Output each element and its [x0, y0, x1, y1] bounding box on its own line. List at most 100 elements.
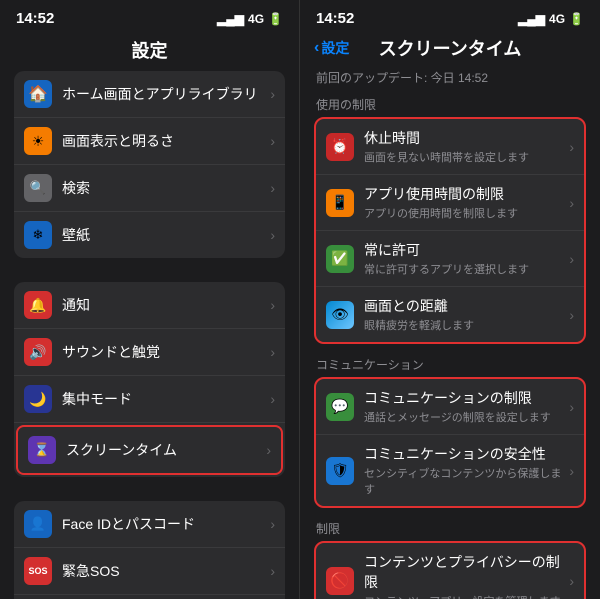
status-icons-left: ▂▄▆ 4G 🔋 — [217, 12, 283, 26]
status-bar-right: 14:52 ▂▄▆ 4G 🔋 — [300, 0, 600, 31]
chevron-contentprivacy: › — [569, 573, 574, 589]
settings-item-downtime[interactable]: ⏰ 休止時間 画面を見ない時間帯を設定します › — [316, 119, 584, 175]
page-title-right: スクリーンタイム — [379, 35, 522, 61]
chevron-notification: › — [270, 297, 275, 313]
settings-item-faceid[interactable]: 👤 Face IDとパスコード › — [14, 501, 285, 548]
chevron-wallpaper: › — [270, 227, 275, 243]
settings-item-search[interactable]: 🔍 検索 › — [14, 165, 285, 212]
applimit-icon: 📱 — [326, 189, 354, 217]
signal-icon-right: ▂▄▆ — [518, 12, 545, 26]
settings-item-sound[interactable]: 🔊 サウンドと触覚 › — [14, 329, 285, 376]
applimit-text: アプリ使用時間の制限 アプリの使用時間を制限します — [364, 184, 565, 221]
comlimit-text: コミュニケーションの制限 通話とメッセージの制限を設定します — [364, 388, 565, 425]
contentprivacy-sub: コンテンツ、アプリ、設定を管理します — [364, 593, 565, 599]
screendist-icon: 👁 — [326, 301, 354, 329]
back-button[interactable]: ‹ 設定 — [314, 38, 349, 58]
chevron-alwaysallow: › — [569, 251, 574, 267]
screentime-panel: 14:52 ▂▄▆ 4G 🔋 ‹ 設定 スクリーンタイム 前回のアップデート: … — [300, 0, 600, 599]
settings-group-2: 🔔 通知 › 🔊 サウンドと触覚 › 🌙 集中モード › — [14, 282, 285, 477]
settings-item-sos[interactable]: SOS 緊急SOS › — [14, 548, 285, 595]
alwaysallow-sub: 常に許可するアプリを選択します — [364, 261, 565, 277]
communication-group: 💬 コミュニケーションの制限 通話とメッセージの制限を設定します › 🛡 コミュ… — [314, 377, 586, 508]
comsafety-sub: センシティブなコンテンツから保護します — [364, 465, 565, 497]
chevron-search: › — [270, 180, 275, 196]
page-title-sub: ‹ 設定 スクリーンタイム — [300, 31, 600, 65]
alwaysallow-label: 常に許可 — [364, 240, 565, 260]
settings-item-alwaysallow[interactable]: ✅ 常に許可 常に許可するアプリを選択します › — [316, 231, 584, 287]
settings-item-comlimit[interactable]: 💬 コミュニケーションの制限 通話とメッセージの制限を設定します › — [316, 379, 584, 435]
network-left: 4G — [248, 12, 264, 26]
signal-icon-left: ▂▄▆ — [217, 12, 244, 26]
screentime-label: スクリーンタイム — [66, 440, 262, 460]
usage-group: ⏰ 休止時間 画面を見ない時間帯を設定します › 📱 アプリ使用時間の制限 アプ… — [314, 117, 586, 344]
status-icons-right: ▂▄▆ 4G 🔋 — [518, 12, 584, 26]
settings-item-notification[interactable]: 🔔 通知 › — [14, 282, 285, 329]
focus-icon: 🌙 — [24, 385, 52, 413]
focus-text: 集中モード — [62, 389, 266, 409]
downtime-icon: ⏰ — [326, 133, 354, 161]
faceid-label: Face IDとパスコード — [62, 514, 266, 534]
settings-item-contentprivacy[interactable]: 🚫 コンテンツとプライバシーの制限 コンテンツ、アプリ、設定を管理します › — [316, 543, 584, 599]
chevron-comsafety: › — [569, 463, 574, 479]
back-chevron-icon: ‹ — [314, 40, 319, 56]
chevron-display: › — [270, 133, 275, 149]
faceid-icon: 👤 — [24, 510, 52, 538]
downtime-text: 休止時間 画面を見ない時間帯を設定します — [364, 128, 565, 165]
chevron-screendist: › — [569, 307, 574, 323]
chevron-home: › — [270, 86, 275, 102]
alwaysallow-icon: ✅ — [326, 245, 354, 273]
home-label: ホーム画面とアプリライブラリ — [62, 84, 266, 104]
chevron-sos: › — [270, 563, 275, 579]
battery-icon-left: 🔋 — [268, 12, 283, 26]
comlimit-icon: 💬 — [326, 393, 354, 421]
chevron-faceid: › — [270, 516, 275, 532]
comsafety-text: コミュニケーションの安全性 センシティブなコンテンツから保護します — [364, 444, 565, 497]
comlimit-label: コミュニケーションの制限 — [364, 388, 565, 408]
time-right: 14:52 — [316, 10, 354, 27]
settings-item-applimit[interactable]: 📱 アプリ使用時間の制限 アプリの使用時間を制限します › — [316, 175, 584, 231]
search-label: 検索 — [62, 178, 266, 198]
network-right: 4G — [549, 12, 565, 26]
settings-item-screentime[interactable]: ⌛ スクリーンタイム › — [16, 425, 283, 475]
settings-item-comsafety[interactable]: 🛡 コミュニケーションの安全性 センシティブなコンテンツから保護します › — [316, 435, 584, 506]
notification-text: 通知 — [62, 295, 266, 315]
contentprivacy-label: コンテンツとプライバシーの制限 — [364, 552, 565, 592]
chevron-screentime: › — [266, 442, 271, 458]
screendist-sub: 眼精疲労を軽減します — [364, 317, 565, 333]
notification-icon: 🔔 — [24, 291, 52, 319]
settings-item-focus[interactable]: 🌙 集中モード › — [14, 376, 285, 423]
settings-group-3: 👤 Face IDとパスコード › SOS 緊急SOS › ✋ プライバシーとセ… — [14, 501, 285, 599]
search-icon: 🔍 — [24, 174, 52, 202]
restrict-group: 🚫 コンテンツとプライバシーの制限 コンテンツ、アプリ、設定を管理します › — [314, 541, 586, 599]
contentprivacy-text: コンテンツとプライバシーの制限 コンテンツ、アプリ、設定を管理します — [364, 552, 565, 599]
screentime-icon: ⌛ — [28, 436, 56, 464]
comsafety-label: コミュニケーションの安全性 — [364, 444, 565, 464]
settings-item-wallpaper[interactable]: ❄ 壁紙 › — [14, 212, 285, 258]
comlimit-sub: 通話とメッセージの制限を設定します — [364, 409, 565, 425]
applimit-sub: アプリの使用時間を制限します — [364, 205, 565, 221]
search-text: 検索 — [62, 178, 266, 198]
back-label: 設定 — [321, 38, 349, 58]
section-header-restrict: 制限 — [300, 512, 600, 541]
settings-item-privacy[interactable]: ✋ プライバシーとセキュリティ › — [14, 595, 285, 599]
applimit-label: アプリ使用時間の制限 — [364, 184, 565, 204]
screendist-text: 画面との距離 眼精疲労を軽減します — [364, 296, 565, 333]
chevron-sound: › — [270, 344, 275, 360]
settings-item-display[interactable]: ☀ 画面表示と明るさ › — [14, 118, 285, 165]
screentime-text: スクリーンタイム — [66, 440, 262, 460]
sound-text: サウンドと触覚 — [62, 342, 266, 362]
home-icon: 🏠 — [24, 80, 52, 108]
page-title-left: 設定 — [0, 31, 299, 71]
status-bar-left: 14:52 ▂▄▆ 4G 🔋 — [0, 0, 299, 31]
chevron-comlimit: › — [569, 399, 574, 415]
display-icon: ☀ — [24, 127, 52, 155]
home-text: ホーム画面とアプリライブラリ — [62, 84, 266, 104]
comsafety-icon: 🛡 — [326, 457, 354, 485]
settings-item-home[interactable]: 🏠 ホーム画面とアプリライブラリ › — [14, 71, 285, 118]
sound-label: サウンドと触覚 — [62, 342, 266, 362]
battery-icon-right: 🔋 — [569, 12, 584, 26]
settings-item-screendist[interactable]: 👁 画面との距離 眼精疲労を軽減します › — [316, 287, 584, 342]
sound-icon: 🔊 — [24, 338, 52, 366]
section-header-usage: 使用の制限 — [300, 88, 600, 117]
wallpaper-text: 壁紙 — [62, 225, 266, 245]
